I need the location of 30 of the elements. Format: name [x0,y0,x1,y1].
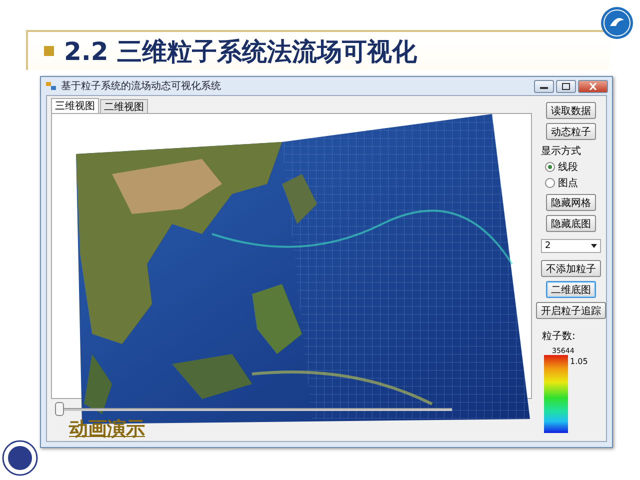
dropdown-arrow-icon [591,244,597,248]
action-button[interactable]: 开启粒子追踪 [536,302,606,319]
minimize-button[interactable] [534,80,554,92]
action-button[interactable]: 隐藏底图 [546,215,596,232]
app-icon [45,81,57,91]
emblem-logo-icon [600,6,634,40]
action-button[interactable]: 二维底图 [546,281,596,298]
close-button[interactable] [578,80,608,92]
action-button[interactable]: 读取数据 [546,102,596,119]
action-button[interactable]: 动态粒子 [546,123,596,140]
action-button[interactable]: 不添加粒子 [541,260,601,277]
particle-count-label: 粒子数: [542,330,576,343]
animation-slider[interactable] [55,402,452,416]
maximize-icon [562,82,570,90]
dropdown[interactable]: 2 [541,239,601,253]
radio-option[interactable]: 线段 [545,160,601,174]
group-label: 显示方式 [541,144,582,158]
slide-title: 2.2 三维粒子系统法流场可视化 [64,36,417,68]
view-tab[interactable]: 二维视图 [100,99,148,113]
window-title: 基于粒子系统的流场动态可视化系统 [61,80,222,93]
slider-thumb[interactable] [55,402,64,416]
university-seal-icon [2,440,38,476]
annotation-text: 动画演示 [69,417,145,442]
view-tab[interactable]: 三维视图 [51,98,99,113]
scale-max-label: 1.05 [570,357,588,368]
bullet-icon [44,46,54,56]
maximize-button[interactable] [556,80,576,92]
close-icon [589,82,597,90]
action-button[interactable]: 隐藏网格 [546,194,596,211]
radio-option[interactable]: 图点 [545,176,601,190]
